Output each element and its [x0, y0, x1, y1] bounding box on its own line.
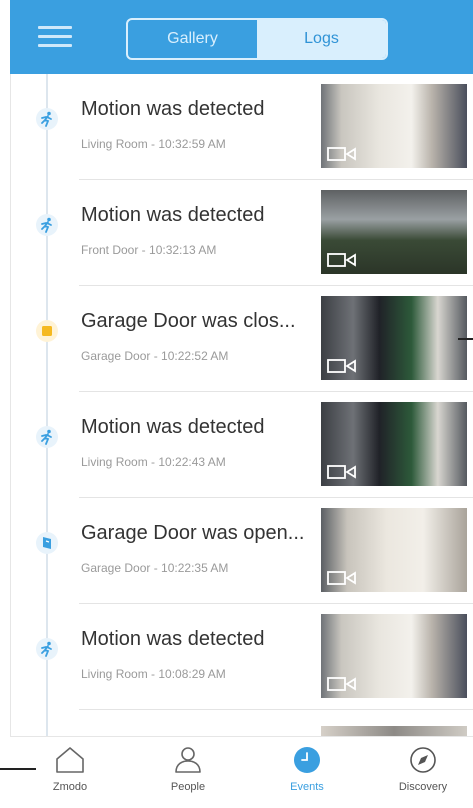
tab-events[interactable]: Events	[262, 737, 352, 808]
motion-icon	[36, 214, 58, 236]
event-thumbnail-partial[interactable]	[321, 726, 467, 736]
row-divider	[79, 709, 473, 710]
garage-door-open-icon	[36, 532, 58, 554]
video-camera-icon	[327, 253, 356, 267]
event-row[interactable]: Garage Door was clos... Garage Door - 10…	[11, 286, 473, 392]
tab-label: Discovery	[398, 781, 448, 793]
event-thumbnail[interactable]	[321, 296, 467, 380]
event-row[interactable]: Motion was detected Living Room - 10:22:…	[11, 392, 473, 498]
menu-icon[interactable]	[38, 24, 72, 50]
top-bar: Gallery Logs	[10, 0, 473, 74]
bottom-tab-bar: Zmodo People Events Discovery	[10, 736, 473, 808]
event-title: Motion was detected	[81, 204, 265, 226]
tab-people[interactable]: People	[143, 737, 233, 808]
motion-icon	[36, 108, 58, 130]
event-subtitle: Living Room - 10:32:59 AM	[81, 137, 226, 151]
event-title: Motion was detected	[81, 98, 265, 120]
tab-label: People	[170, 781, 206, 793]
event-subtitle: Garage Door - 10:22:35 AM	[81, 561, 229, 575]
motion-icon	[36, 638, 58, 660]
video-camera-icon	[327, 359, 356, 373]
event-title: Motion was detected	[81, 628, 265, 650]
event-thumbnail[interactable]	[321, 614, 467, 698]
event-log-list[interactable]: Motion was detected Living Room - 10:32:…	[10, 74, 473, 736]
event-row[interactable]: Motion was detected Living Room - 10:08:…	[11, 604, 473, 710]
annotation-line	[0, 768, 36, 770]
event-row[interactable]: Motion was detected Living Room - 10:32:…	[11, 74, 473, 180]
event-thumbnail[interactable]	[321, 402, 467, 486]
compass-icon	[410, 747, 436, 773]
tab-logs[interactable]: Logs	[257, 20, 386, 58]
tab-label: Events	[290, 781, 324, 793]
event-title: Motion was detected	[81, 416, 265, 438]
tab-label: Zmodo	[52, 781, 88, 793]
event-title: Garage Door was clos...	[81, 310, 296, 332]
event-thumbnail[interactable]	[321, 84, 467, 168]
event-subtitle: Living Room - 10:22:43 AM	[81, 455, 226, 469]
event-subtitle: Living Room - 10:08:29 AM	[81, 667, 226, 681]
event-thumbnail[interactable]	[321, 190, 467, 274]
view-segmented-control: Gallery Logs	[126, 18, 388, 60]
tab-gallery[interactable]: Gallery	[128, 20, 257, 58]
event-title: Garage Door was open...	[81, 522, 305, 544]
video-camera-icon	[327, 465, 356, 479]
home-icon	[56, 747, 84, 773]
garage-door-closed-icon	[36, 320, 58, 342]
person-icon	[175, 747, 201, 773]
video-camera-icon	[327, 677, 356, 691]
event-row[interactable]: Motion was detected Front Door - 10:32:1…	[11, 180, 473, 286]
event-subtitle: Garage Door - 10:22:52 AM	[81, 349, 229, 363]
tab-zmodo[interactable]: Zmodo	[25, 737, 115, 808]
clock-icon	[294, 747, 320, 773]
event-row[interactable]: Garage Door was open... Garage Door - 10…	[11, 498, 473, 604]
motion-icon	[36, 426, 58, 448]
annotation-line	[458, 338, 473, 340]
event-thumbnail[interactable]	[321, 508, 467, 592]
video-camera-icon	[327, 571, 356, 585]
event-subtitle: Front Door - 10:32:13 AM	[81, 243, 217, 257]
tab-discovery[interactable]: Discovery	[378, 737, 468, 808]
app-screen: Gallery Logs Motion was detected Living …	[0, 0, 473, 808]
video-camera-icon	[327, 147, 356, 161]
